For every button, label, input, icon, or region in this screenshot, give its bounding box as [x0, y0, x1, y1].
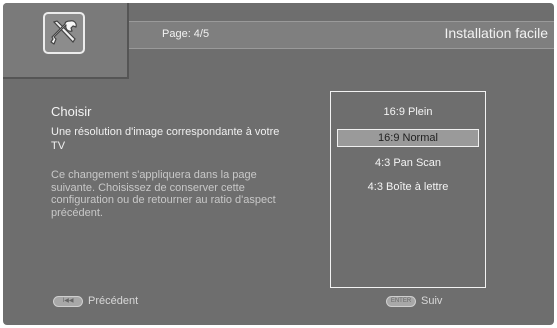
- enter-key-icon: ENTER: [386, 295, 416, 307]
- header-bar: Page: 4/5 Installation facile: [129, 21, 554, 49]
- option-16-9-normal[interactable]: 16:9 Normal: [337, 129, 479, 147]
- next-button[interactable]: ENTER Suiv: [386, 294, 442, 308]
- page-indicator: Page: 4/5: [162, 28, 210, 40]
- setup-icon-frame: [43, 12, 85, 54]
- previous-label: Précédent: [88, 295, 139, 307]
- setup-screen: Page: 4/5 Installation facile Choisir Un…: [3, 3, 554, 325]
- option-16-9-plein[interactable]: 16:9 Plein: [331, 103, 485, 121]
- option-4-3-pan-scan[interactable]: 4:3 Pan Scan: [331, 154, 485, 172]
- option-4-3-boite-a-lettre[interactable]: 4:3 Boîte à lettre: [331, 178, 485, 196]
- section-subheading: Une résolution d'image correspondante à …: [51, 126, 280, 152]
- next-label: Suiv: [421, 295, 443, 307]
- wrench-screwdriver-icon: [50, 20, 77, 45]
- page-title: Installation facile: [444, 25, 548, 41]
- section-heading: Choisir: [51, 104, 92, 119]
- skip-back-key-icon: I◀◀: [53, 295, 83, 307]
- icon-panel: [3, 3, 129, 79]
- previous-button[interactable]: I◀◀ Précédent: [53, 294, 138, 308]
- section-note: Ce changement s'appliquera dans la page …: [51, 169, 276, 219]
- aspect-ratio-list: 16:9 Plein 16:9 Normal 4:3 Pan Scan 4:3 …: [330, 91, 486, 288]
